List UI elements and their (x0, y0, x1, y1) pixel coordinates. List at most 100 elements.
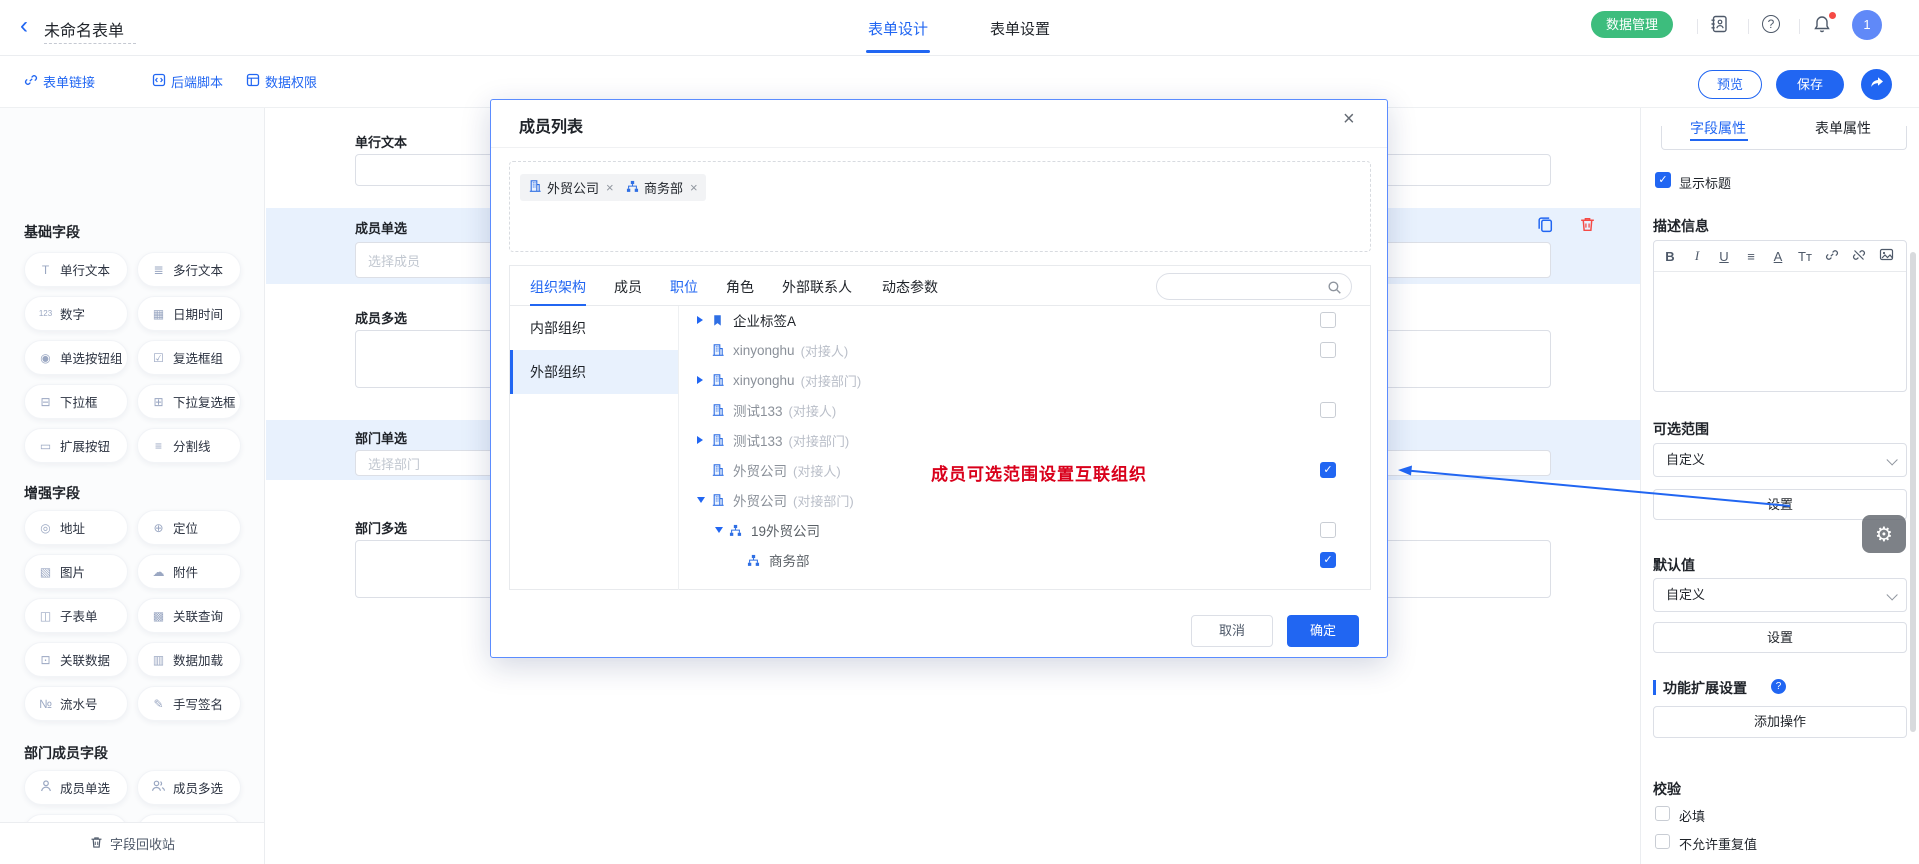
caret-down-icon[interactable] (715, 527, 729, 533)
selected-tags-area[interactable]: 外贸公司 × 商务部 × (509, 161, 1371, 252)
field-pill-multi-select[interactable]: ⊞下拉复选框 (137, 384, 241, 419)
tree-checkbox[interactable]: ✓ (1320, 552, 1336, 568)
italic-icon[interactable]: I (1689, 248, 1705, 264)
picker-tab-5[interactable]: 外部联系人 (782, 277, 852, 297)
tree-row[interactable]: xinyonghu(对接部门) (679, 366, 1372, 394)
field-pill-divider[interactable]: ≡分割线 (137, 428, 241, 463)
optional-range-select[interactable]: 自定义 (1653, 443, 1907, 477)
field-pill-datetime[interactable]: ▦日期时间 (137, 296, 241, 331)
font-color-icon[interactable]: A (1770, 249, 1786, 264)
tree-row[interactable]: 测试133(对接人) (679, 396, 1372, 424)
field-pill-single-line-text[interactable]: T单行文本 (24, 252, 128, 287)
org-type-internal[interactable]: 内部组织 (510, 306, 678, 350)
close-icon[interactable]: × (1343, 108, 1355, 131)
copy-field-icon[interactable] (1536, 215, 1556, 235)
field-pill-member-multi[interactable]: 成员多选 (137, 770, 241, 805)
tag-company[interactable]: 外贸公司 × (520, 174, 622, 201)
backend-script-action[interactable]: 后端脚本 (152, 72, 223, 91)
optional-range-label: 可选范围 (1653, 419, 1709, 439)
tag-department[interactable]: 商务部 × (618, 174, 706, 201)
show-title-checkbox[interactable]: ✓ (1655, 172, 1671, 188)
align-icon[interactable]: ≡ (1743, 249, 1759, 264)
bold-icon[interactable]: B (1662, 249, 1678, 264)
tree-row[interactable]: 测试133(对接部门) (679, 426, 1372, 454)
confirm-button[interactable]: 确定 (1287, 615, 1359, 647)
picker-tab-2[interactable]: 成员 (614, 277, 642, 297)
field-pill-subform[interactable]: ◫子表单 (24, 598, 128, 633)
caret-right-icon[interactable] (697, 316, 711, 324)
field-pill-lookup[interactable]: ▩关联查询 (137, 598, 241, 633)
field-pill-location[interactable]: ⊕定位 (137, 510, 241, 545)
field-pill-image[interactable]: ▧图片 (24, 554, 128, 589)
underline-icon[interactable]: U (1716, 249, 1732, 264)
default-value-select[interactable]: 自定义 (1653, 578, 1907, 612)
tree-row[interactable]: 外贸公司(对接部门) (679, 486, 1372, 514)
tree-checkbox[interactable] (1320, 312, 1336, 328)
add-action-button[interactable]: 添加操作 (1653, 706, 1907, 738)
tag-remove-icon[interactable]: × (690, 180, 698, 195)
field-pill-checkbox-group[interactable]: ☑复选框组 (137, 340, 241, 375)
cancel-button[interactable]: 取消 (1191, 615, 1273, 647)
field-pill-select[interactable]: ⊟下拉框 (24, 384, 128, 419)
image-icon[interactable] (1878, 247, 1894, 265)
field-pill-address[interactable]: ◎地址 (24, 510, 128, 545)
back-chevron-icon[interactable]: ‹ (20, 12, 28, 40)
help-icon[interactable]: ? (1760, 13, 1782, 35)
description-editor[interactable]: BIU ≡ A Tт (1653, 240, 1907, 392)
picker-tab-3[interactable]: 职位 (670, 277, 698, 297)
tab-form-design[interactable]: 表单设计 (868, 18, 928, 39)
panel-scrollbar[interactable] (1910, 252, 1916, 732)
default-value-set-button[interactable]: 设置 (1653, 622, 1907, 653)
picker-tab-4[interactable]: 角色 (726, 277, 754, 297)
caret-right-icon[interactable] (697, 376, 711, 384)
field-pill-multi-line-text[interactable]: ≣多行文本 (137, 252, 241, 287)
field-pill-data-load[interactable]: ▥数据加载 (137, 642, 241, 677)
theme-settings-gear-button[interactable]: ⚙ (1862, 515, 1906, 553)
form-title[interactable]: 未命名表单 (44, 17, 124, 41)
org-type-external[interactable]: 外部组织 (510, 350, 678, 394)
tree-checkbox[interactable] (1320, 342, 1336, 358)
user-avatar[interactable]: 1 (1852, 10, 1882, 40)
field-pill-serial-number[interactable]: №流水号 (24, 686, 128, 721)
title-input-partial[interactable] (1661, 126, 1907, 150)
tree-checkbox[interactable] (1320, 522, 1336, 538)
tab-form-settings[interactable]: 表单设置 (990, 18, 1050, 39)
picker-tab-1[interactable]: 组织架构 (530, 277, 586, 297)
preview-button[interactable]: 预览 (1698, 70, 1762, 99)
data-load-icon: ▥ (150, 653, 167, 667)
tree-row[interactable]: 商务部✓ (679, 546, 1372, 574)
save-button[interactable]: 保存 (1776, 70, 1844, 99)
tree-row[interactable]: xinyonghu(对接人) (679, 336, 1372, 364)
required-checkbox[interactable] (1655, 806, 1670, 821)
no-duplicate-checkbox[interactable] (1655, 834, 1670, 849)
delete-field-icon[interactable] (1578, 215, 1598, 235)
data-permission-action[interactable]: 数据权限 (246, 72, 317, 91)
field-pill-related-data[interactable]: ⊡关联数据 (24, 642, 128, 677)
address-book-icon[interactable] (1708, 13, 1730, 35)
field-pill-member-single[interactable]: 成员单选 (24, 770, 128, 805)
field-pill-signature[interactable]: ✎手写签名 (137, 686, 241, 721)
field-pill-extend-button[interactable]: ▭扩展按钮 (24, 428, 128, 463)
picker-tab-6[interactable]: 动态参数 (882, 277, 938, 297)
field-pill-number[interactable]: 123数字 (24, 296, 128, 331)
picker-search-box[interactable] (1156, 273, 1352, 300)
caret-right-icon[interactable] (697, 436, 711, 444)
caret-down-icon[interactable] (697, 497, 711, 503)
tag-remove-icon[interactable]: × (606, 180, 614, 195)
link-icon[interactable] (1824, 248, 1840, 265)
tree-row[interactable]: 企业标签A (679, 306, 1372, 334)
tree-checkbox[interactable]: ✓ (1320, 462, 1336, 478)
data-manage-button[interactable]: 数据管理 (1591, 11, 1673, 38)
field-recycle-bin[interactable]: 字段回收站 (0, 822, 264, 864)
share-button[interactable] (1861, 69, 1892, 100)
field-pill-radio-group[interactable]: ◉单选按钮组 (24, 340, 128, 375)
tree-checkbox[interactable] (1320, 402, 1336, 418)
tree-row[interactable]: 19外贸公司 (679, 516, 1372, 544)
extension-help-icon[interactable]: ? (1771, 679, 1786, 694)
search-input[interactable] (1169, 277, 1324, 296)
field-pill-attachment[interactable]: ☁附件 (137, 554, 241, 589)
font-size-icon[interactable]: Tт (1797, 249, 1813, 264)
unlink-icon[interactable] (1851, 248, 1867, 265)
lookup-icon: ▩ (150, 609, 167, 623)
form-link-action[interactable]: 表单链接 (24, 72, 95, 91)
